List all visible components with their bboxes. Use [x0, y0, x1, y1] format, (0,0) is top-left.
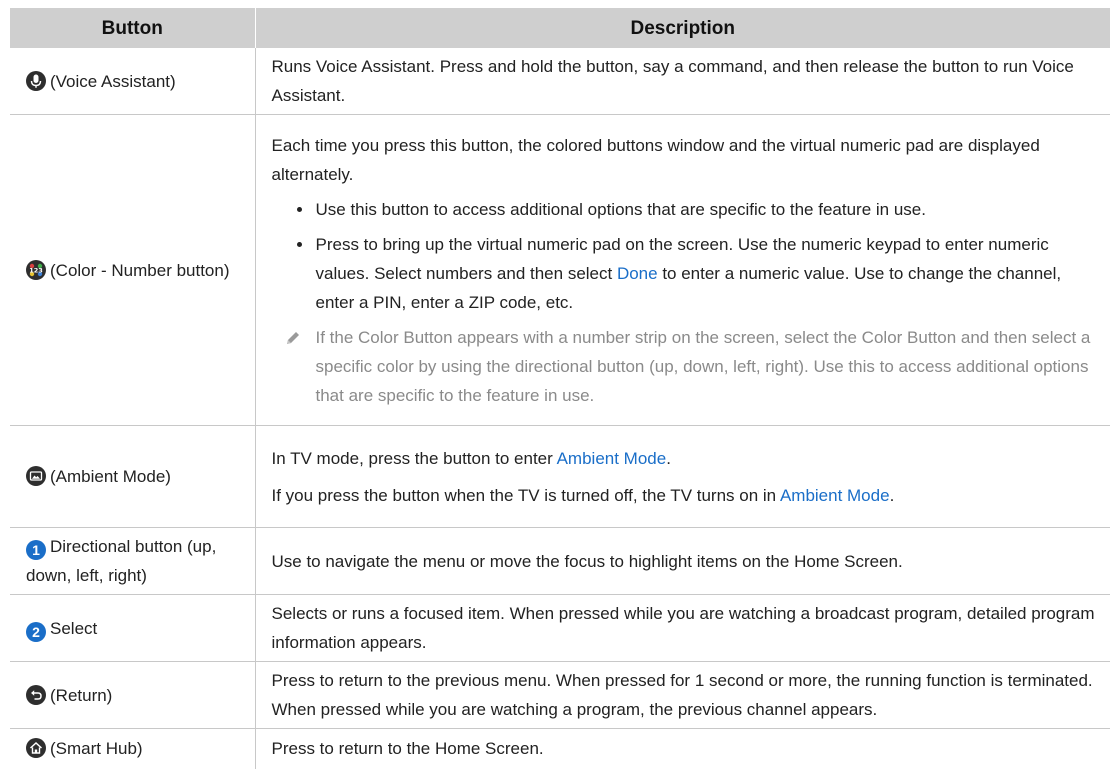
- paragraph: If you press the button when the TV is t…: [272, 481, 1101, 510]
- button-label: Select: [50, 618, 98, 638]
- table-row-ambient-mode: (Ambient Mode) In TV mode, press the but…: [10, 425, 1110, 528]
- table-row-smart-hub: (Smart Hub) Press to return to the Home …: [10, 728, 1110, 769]
- description-cell: In TV mode, press the button to enter Am…: [255, 425, 1110, 528]
- home-icon: [26, 738, 46, 759]
- button-label: (Voice Assistant): [50, 71, 176, 91]
- note: If the Color Button appears with a numbe…: [272, 323, 1101, 410]
- svg-text:123: 123: [29, 266, 43, 274]
- button-cell: (Smart Hub): [10, 728, 256, 769]
- color-number-icon: 123: [26, 259, 46, 280]
- description-cell: Selects or runs a focused item. When pre…: [255, 594, 1110, 662]
- button-cell: (Ambient Mode): [10, 425, 256, 528]
- manual-page: Button Description (Voice Assistant) Run…: [0, 0, 1110, 774]
- pencil-icon: [284, 327, 302, 356]
- table-row-color-number: 123 (Color - Number button) Each time yo…: [10, 114, 1110, 426]
- note-text: If the Color Button appears with a numbe…: [315, 327, 1091, 405]
- intro-text: Each time you press this button, the col…: [271, 135, 1040, 184]
- done-link[interactable]: Done: [617, 264, 658, 283]
- paragraph-text: If you press the button when the TV is t…: [271, 485, 780, 505]
- header-description: Description: [254, 8, 1110, 48]
- button-label: Directional button (up, down, left, righ…: [26, 537, 217, 585]
- remote-buttons-table: Button Description (Voice Assistant) Run…: [10, 8, 1110, 769]
- return-icon: [26, 684, 46, 705]
- description-cell: Runs Voice Assistant. Press and hold the…: [255, 48, 1110, 115]
- ambient-mode-link[interactable]: Ambient Mode: [557, 449, 667, 468]
- ambient-mode-link[interactable]: Ambient Mode: [780, 486, 890, 505]
- table-row-voice-assistant: (Voice Assistant) Runs Voice Assistant. …: [10, 48, 1110, 115]
- table-row-select: 2 Select Selects or runs a focused item. …: [10, 594, 1110, 662]
- number-badge-icon: 1: [26, 540, 46, 560]
- bullet-list: Use this button to access additional opt…: [272, 195, 1101, 317]
- button-cell: 1 Directional button (up, down, left, rig…: [10, 527, 256, 595]
- description-cell: Press to return to the Home Screen.: [255, 729, 1110, 769]
- button-label: (Smart Hub): [50, 739, 143, 759]
- description-cell: Press to return to the previous menu. Wh…: [255, 661, 1110, 729]
- description-text: Use to navigate the menu or move the foc…: [271, 551, 903, 571]
- paragraph-text: .: [666, 448, 671, 468]
- button-label: (Color - Number button): [50, 260, 230, 280]
- header-row: Button Description: [10, 8, 1110, 48]
- button-cell: (Voice Assistant): [10, 48, 256, 115]
- microphone-icon: [26, 70, 46, 91]
- button-label: (Ambient Mode): [50, 467, 171, 486]
- description-cell: Use to navigate the menu or move the foc…: [255, 527, 1110, 595]
- description-text: Press to return to the previous menu. Wh…: [271, 671, 1093, 719]
- table-header: Button Description: [10, 8, 1110, 48]
- button-cell: (Return): [10, 661, 256, 729]
- description-text: Runs Voice Assistant. Press and hold the…: [271, 57, 1074, 105]
- button-cell: 123 (Color - Number button): [10, 114, 256, 426]
- table-row-directional: 1 Directional button (up, down, left, rig…: [10, 527, 1110, 595]
- list-item: Use this button to access additional opt…: [314, 195, 1101, 224]
- table-row-return: (Return) Press to return to the previous…: [10, 661, 1110, 729]
- description-text: Selects or runs a focused item. When pre…: [271, 604, 1095, 652]
- description-text: Press to return to the Home Screen.: [271, 739, 544, 759]
- button-cell: 2 Select: [10, 594, 256, 662]
- description-cell: Each time you press this button, the col…: [255, 114, 1110, 426]
- ambient-mode-icon: [26, 466, 46, 486]
- header-button: Button: [10, 8, 255, 48]
- number-badge-icon: 2: [26, 621, 46, 642]
- list-item: Press to bring up the virtual numeric pa…: [314, 230, 1101, 317]
- paragraph-text: .: [889, 485, 895, 505]
- paragraph-text: In TV mode, press the button to enter: [271, 448, 557, 468]
- button-label: (Return): [50, 685, 113, 705]
- paragraph: In TV mode, press the button to enter Am…: [272, 444, 1101, 473]
